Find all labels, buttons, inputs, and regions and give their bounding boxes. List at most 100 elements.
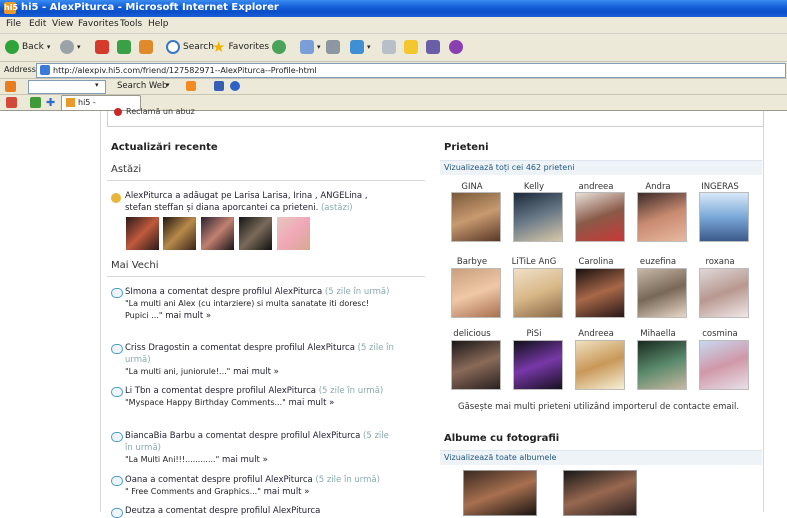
update-quote: " Free Comments and Graphics..." <box>125 487 261 496</box>
address-input[interactable]: http://alexpiv.hi5.com/friend/127582971-… <box>36 63 786 78</box>
friend-name[interactable]: Carolina <box>568 257 624 267</box>
update-quote: "La multi ani, juniorule!..." <box>125 367 231 376</box>
edit-button[interactable]: ▾ <box>350 39 371 55</box>
rss-icon[interactable] <box>186 81 196 91</box>
friend-photo[interactable] <box>451 192 501 242</box>
friend-name[interactable]: euzefina <box>630 257 686 267</box>
chevron-down-icon: ▾ <box>317 43 321 51</box>
update-text[interactable]: Li Tbn a comentat despre profilul AlexPi… <box>125 386 316 396</box>
friend-thumb[interactable] <box>277 217 310 250</box>
friend-photo[interactable] <box>451 268 501 318</box>
friend-photo[interactable] <box>575 268 625 318</box>
friend-photo[interactable] <box>451 340 501 390</box>
checkbox-icon[interactable] <box>214 81 224 91</box>
friend-name[interactable]: LiTiLe AnG <box>506 257 562 267</box>
menu-view[interactable]: View <box>52 19 73 29</box>
research-button[interactable] <box>426 39 440 55</box>
more-link[interactable]: mai mult » <box>165 311 211 321</box>
friend-photo[interactable] <box>575 192 625 242</box>
import-contacts-link[interactable]: Găsește mai multi prieteni utilizând imp… <box>458 402 739 412</box>
friend-thumb[interactable] <box>163 217 196 250</box>
print-button[interactable] <box>326 39 340 55</box>
friend-photo[interactable] <box>699 340 749 390</box>
album-cover[interactable] <box>463 470 537 516</box>
discuss-button[interactable] <box>382 39 396 55</box>
album-cover[interactable] <box>563 470 637 516</box>
ie-logo-icon: hi5 <box>4 2 19 14</box>
messenger-button[interactable] <box>449 39 463 55</box>
refresh-button[interactable] <box>117 39 131 55</box>
friend-photo[interactable] <box>637 340 687 390</box>
notes-button[interactable] <box>404 39 418 55</box>
more-link[interactable]: mai mult » <box>289 398 335 408</box>
menu-help[interactable]: Help <box>148 19 169 29</box>
friend-name[interactable]: roxana <box>692 257 748 267</box>
update-text[interactable]: SImona a comentat despre profilul AlexPi… <box>125 287 322 297</box>
friend-photo[interactable] <box>513 268 563 318</box>
search-button[interactable]: Search <box>166 39 214 55</box>
tab-list-icon[interactable] <box>30 97 41 108</box>
back-button[interactable]: Back ▾ <box>5 39 50 55</box>
more-link[interactable]: mai mult » <box>264 487 310 497</box>
friend-name[interactable]: Mihaella <box>630 329 686 339</box>
update-text[interactable]: BiancaBia Barbu a comentat despre profil… <box>125 431 360 441</box>
more-link[interactable]: mai mult » <box>222 455 268 465</box>
update-item: Deutza a comentat despre profilul AlexPi… <box>125 505 395 517</box>
history-button[interactable] <box>272 39 286 55</box>
comment-icon <box>111 387 123 397</box>
friend-photo[interactable] <box>575 340 625 390</box>
friend-photo[interactable] <box>513 340 563 390</box>
favorites-button[interactable]: ★ Favorites <box>212 39 269 55</box>
menu-edit[interactable]: Edit <box>29 19 46 29</box>
mail-button[interactable]: ▾ <box>300 39 321 55</box>
friend-photo[interactable] <box>699 192 749 242</box>
friend-name[interactable]: Andra <box>630 182 686 192</box>
update-time: (5 zile în urmă) <box>318 386 384 396</box>
title-bar: hi5 hi5 - AlexPiturca - Microsoft Intern… <box>0 0 787 17</box>
chevron-down-icon: ▾ <box>77 43 81 51</box>
friend-photo[interactable] <box>513 192 563 242</box>
friend-photo[interactable] <box>699 268 749 318</box>
update-text[interactable]: Oana a comentat despre profilul AlexPitu… <box>125 475 313 485</box>
update-text[interactable]: Criss Dragostin a comentat despre profil… <box>125 343 355 353</box>
back-label: Back <box>22 42 44 52</box>
friend-name[interactable]: GINA <box>444 182 500 192</box>
friend-thumb[interactable] <box>239 217 272 250</box>
friend-name[interactable]: Andreea <box>568 329 624 339</box>
menu-favorites[interactable]: Favorites <box>78 19 119 29</box>
address-bar: Address http://alexpiv.hi5.com/friend/12… <box>0 62 787 79</box>
chevron-down-icon[interactable]: ▾ <box>95 81 99 89</box>
friend-name[interactable]: PiSi <box>506 329 562 339</box>
friend-name[interactable]: INGERAS <box>692 182 748 192</box>
search-toolbar: ▾ Search Web ▾ <box>0 79 787 95</box>
menu-tools[interactable]: Tools <box>120 19 142 29</box>
friend-name[interactable]: Kelly <box>506 182 562 192</box>
comment-icon <box>111 288 123 298</box>
friend-photo[interactable] <box>637 192 687 242</box>
friend-thumb[interactable] <box>126 217 159 250</box>
friend-thumb[interactable] <box>201 217 234 250</box>
search-web-button[interactable]: Search Web <box>117 81 167 91</box>
more-link[interactable]: mai mult » <box>233 367 279 377</box>
divider <box>107 276 425 277</box>
menu-file[interactable]: File <box>6 19 21 29</box>
help-icon[interactable] <box>230 81 240 91</box>
comment-icon <box>111 476 123 486</box>
report-abuse-link[interactable]: Reclamă un abuz <box>126 107 195 116</box>
new-tab-icon[interactable]: ✚ <box>46 96 55 109</box>
update-text[interactable]: Deutza a comentat despre profilul AlexPi… <box>125 506 320 516</box>
stop-button[interactable] <box>95 39 109 55</box>
today-update-time: (astăzi) <box>320 203 353 213</box>
friend-name[interactable]: cosmina <box>692 329 748 339</box>
view-all-friends-link[interactable]: Vizualizează toți cei 462 prieteni <box>440 163 575 172</box>
chevron-down-icon[interactable]: ▾ <box>166 81 170 89</box>
friend-name[interactable]: delicious <box>444 329 500 339</box>
home-button[interactable] <box>139 39 153 55</box>
friend-photo[interactable] <box>637 268 687 318</box>
home-tab-icon[interactable] <box>6 97 17 108</box>
forward-button[interactable]: ▾ <box>60 39 81 55</box>
friend-name[interactable]: Barbye <box>444 257 500 267</box>
stop-icon <box>95 40 109 54</box>
view-all-albums-link[interactable]: Vizualizează toate albumele <box>440 453 556 462</box>
friend-name[interactable]: andreea <box>568 182 624 192</box>
